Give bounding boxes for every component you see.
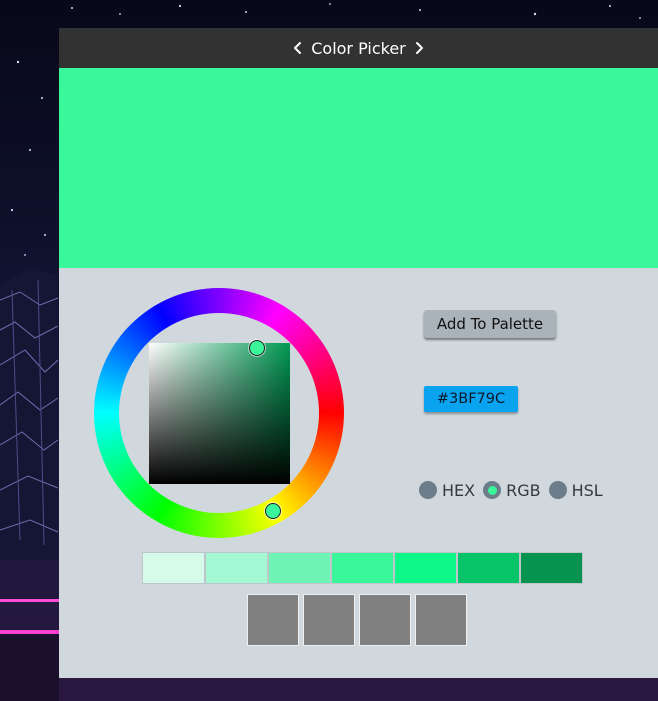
hue-marker[interactable] [265,503,281,519]
shade-swatch[interactable] [520,552,583,584]
chevron-right-icon[interactable] [410,39,428,57]
title-bar: Color Picker [59,28,658,68]
color-mode-selector: HEX RGB HSL [419,480,611,500]
color-preview [59,68,658,268]
shade-swatch[interactable] [394,552,457,584]
mode-label-hsl: HSL [571,480,603,500]
shade-swatch[interactable] [205,552,268,584]
mode-option-hsl[interactable]: HSL [548,480,603,500]
chevron-left-icon[interactable] [289,39,307,57]
mode-option-rgb[interactable]: RGB [483,481,541,500]
mode-label-rgb: RGB [506,480,541,500]
shade-swatch[interactable] [268,552,331,584]
window-title: Color Picker [311,38,406,58]
palette-slot[interactable] [303,594,355,646]
wireframe-mountain [0,268,59,560]
add-to-palette-button[interactable]: Add To Palette [424,310,556,338]
shade-swatch[interactable] [457,552,520,584]
mode-label-hex: HEX [442,480,476,500]
shade-swatch[interactable] [142,552,205,584]
neon-line [0,599,59,602]
hex-value-badge[interactable]: #3BF79C [424,386,518,412]
radio-hsl[interactable] [548,481,567,499]
saved-palette [247,594,471,646]
color-picker-window: Color Picker Add To Palette #3BF79C HEX … [59,28,658,678]
saturation-value-marker[interactable] [249,340,265,356]
mode-option-hex[interactable]: HEX [419,481,475,500]
color-wheel[interactable] [94,288,344,538]
shade-swatch[interactable] [331,552,394,584]
saturation-value-square[interactable] [149,343,290,484]
radio-hex[interactable] [419,481,437,499]
radio-rgb[interactable] [483,481,502,499]
palette-slot[interactable] [359,594,411,646]
neon-line [0,630,59,634]
shade-strip [142,552,583,584]
palette-slot[interactable] [247,594,299,646]
palette-slot[interactable] [415,594,467,646]
